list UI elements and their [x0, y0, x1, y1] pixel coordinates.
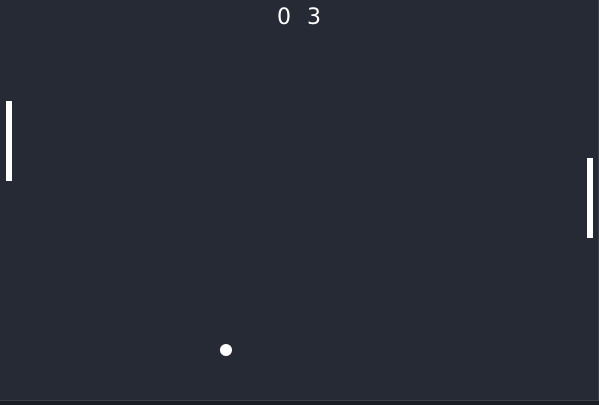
left-paddle[interactable]	[6, 101, 12, 181]
scoreboard: 03	[0, 4, 598, 32]
pong-game-canvas[interactable]: 03	[0, 0, 599, 401]
score-right: 3	[307, 5, 321, 30]
score-left: 0	[277, 5, 291, 30]
ball	[220, 344, 232, 356]
right-paddle	[587, 158, 593, 238]
